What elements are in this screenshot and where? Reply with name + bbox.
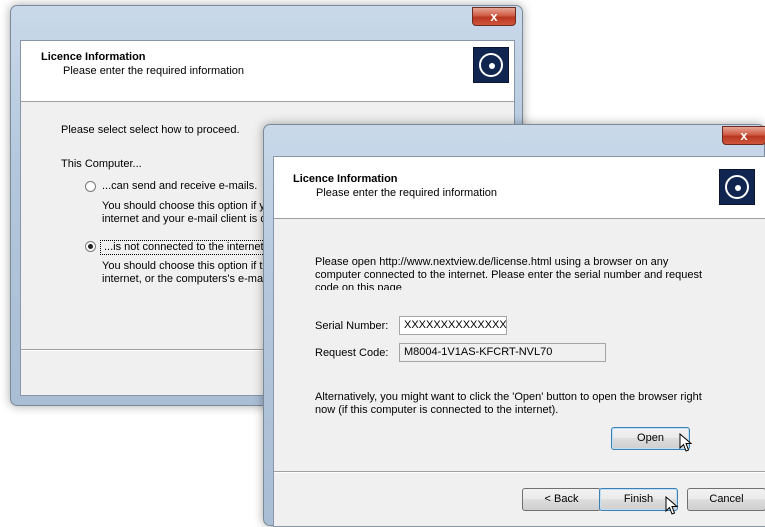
disc-logo-icon <box>719 169 755 205</box>
back-header-title: Licence Information <box>41 51 146 63</box>
cancel-button[interactable]: Cancel <box>687 488 765 511</box>
alternative-line-2: now (if this computer is connected to th… <box>315 404 559 416</box>
serial-number-field[interactable]: XXXXXXXXXXXXXXX <box>399 316 507 335</box>
front-header-subtitle: Please enter the required information <box>316 187 497 199</box>
back-header-banner: Licence Information Please enter the req… <box>21 41 514 102</box>
front-footer-separator <box>274 471 765 473</box>
disc-logo-icon <box>473 47 509 83</box>
request-code-field[interactable]: M8004-1V1AS-KFCRT-NVL70 <box>399 343 606 362</box>
option-not-connected-desc-2: internet, or the computers's e-mail <box>102 273 268 285</box>
instructions-line-3: code on this page <box>315 282 402 290</box>
instructions-line-1: Please open http://www.nextview.de/licen… <box>315 256 669 268</box>
back-header-subtitle: Please enter the required information <box>63 65 244 77</box>
front-header-banner: Licence Information Please enter the req… <box>274 157 765 219</box>
front-dialog-client: Licence Information Please enter the req… <box>273 156 765 527</box>
instructions-line-2: computer connected to the internet. Plea… <box>315 269 703 281</box>
front-header-title: Licence Information <box>293 173 398 185</box>
option-sends-email-desc-2: internet and your e-mail client is co <box>102 213 272 225</box>
front-close-button[interactable]: x <box>722 126 765 145</box>
option-sends-email-label[interactable]: ...can send and receive e-mails. <box>102 180 257 192</box>
option-not-connected-desc-1: You should choose this option if th <box>102 260 269 272</box>
request-code-label: Request Code: <box>315 347 389 359</box>
serial-number-label: Serial Number: <box>315 320 389 332</box>
back-button[interactable]: < Back <box>522 488 601 511</box>
back-group-label: This Computer... <box>61 158 142 170</box>
mouse-pointer-icon <box>665 496 679 515</box>
back-close-button[interactable]: x <box>472 7 516 26</box>
option-not-connected-radio[interactable] <box>85 241 96 252</box>
alternative-line-1: Alternatively, you might want to click t… <box>315 391 702 403</box>
back-prompt-text: Please select select how to proceed. <box>61 124 240 136</box>
option-not-connected-label[interactable]: ...is not connected to the internet. <box>100 240 271 255</box>
option-sends-email-desc-1: You should choose this option if yo <box>102 200 271 212</box>
option-sends-email-radio[interactable] <box>85 181 96 192</box>
front-dialog-window: x Licence Information Please enter the r… <box>263 124 765 527</box>
mouse-pointer-icon <box>679 433 693 452</box>
